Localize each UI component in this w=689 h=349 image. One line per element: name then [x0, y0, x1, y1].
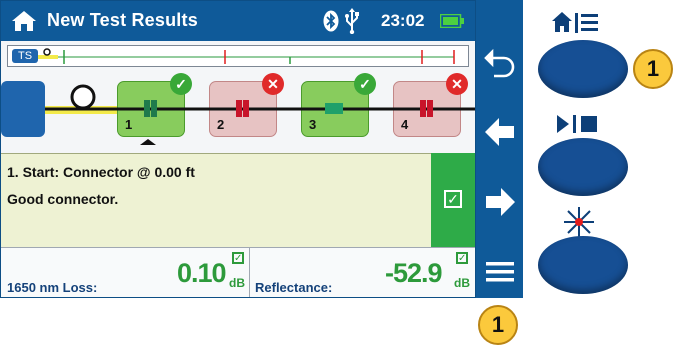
- laser-button[interactable]: [538, 236, 628, 294]
- loss-label: 1650 nm Loss:: [7, 280, 98, 295]
- event-detail-title: 1. Start: Connector @ 0.00 ft: [7, 164, 195, 180]
- callout-top: 1: [633, 49, 673, 89]
- device-screen: New Test Results 23:02 TS ✓ 1 ✕ 2 ✓ 3 ✕ …: [0, 0, 476, 298]
- arrow-right-icon[interactable]: [482, 182, 518, 222]
- event-number: 4: [401, 117, 409, 132]
- reflectance-label: Reflectance:: [255, 280, 333, 295]
- menu-icon[interactable]: [482, 252, 518, 292]
- title-bar: New Test Results 23:02: [1, 1, 475, 41]
- pass-badge: ✓: [354, 73, 376, 95]
- checkbox-icon: ✓: [444, 190, 462, 208]
- pass-badge: ✓: [170, 73, 192, 95]
- home-menu-button[interactable]: [538, 40, 628, 98]
- divider: [249, 248, 250, 297]
- battery-icon: [440, 14, 464, 28]
- reflectance-unit: dB: [454, 276, 470, 290]
- trace-line: [38, 48, 455, 64]
- loss-unit: dB: [229, 276, 245, 290]
- event-4[interactable]: ✕ 4: [393, 73, 468, 137]
- event-1[interactable]: ✓ 1: [117, 73, 192, 137]
- fail-badge: ✕: [262, 73, 284, 95]
- reflectance-pass-icon: ✓: [456, 252, 468, 264]
- loss-value: 0.10: [177, 258, 227, 288]
- loss-pass-icon: ✓: [232, 252, 244, 264]
- pass-status: ✓: [431, 153, 475, 247]
- event-3[interactable]: ✓ 3: [301, 73, 376, 137]
- usb-icon: [345, 8, 359, 34]
- clock: 23:02: [381, 11, 425, 30]
- home-icon[interactable]: [11, 10, 37, 32]
- home-menu-icon: [552, 12, 598, 33]
- page-title: New Test Results: [47, 10, 198, 30]
- event-2[interactable]: ✕ 2: [209, 73, 284, 137]
- laser-icon: [564, 207, 594, 237]
- reflectance-value: -52.9: [385, 258, 443, 288]
- callout-bottom: 1: [478, 305, 518, 345]
- trace-overview[interactable]: TS: [7, 45, 469, 67]
- arrow-left-icon[interactable]: [482, 112, 518, 152]
- sidebar: [476, 0, 523, 298]
- bluetooth-icon: [323, 10, 339, 32]
- event-detail-description: Good connector.: [7, 191, 119, 207]
- event-chain: ✓ 1 ✕ 2 ✓ 3 ✕ 4: [1, 69, 475, 153]
- start-stop-button[interactable]: [538, 138, 628, 196]
- event-number: 3: [309, 117, 317, 132]
- event-number: 2: [217, 117, 225, 132]
- fail-badge: ✕: [446, 73, 468, 95]
- results-bar: 1650 nm Loss: 0.10 dB ✓ Reflectance: -52…: [1, 247, 475, 297]
- back-icon[interactable]: [482, 46, 518, 86]
- event-detail-panel: 1. Start: Connector @ 0.00 ft Good conne…: [1, 153, 431, 247]
- event-number: 1: [125, 117, 133, 132]
- play-stop-icon: [557, 115, 597, 133]
